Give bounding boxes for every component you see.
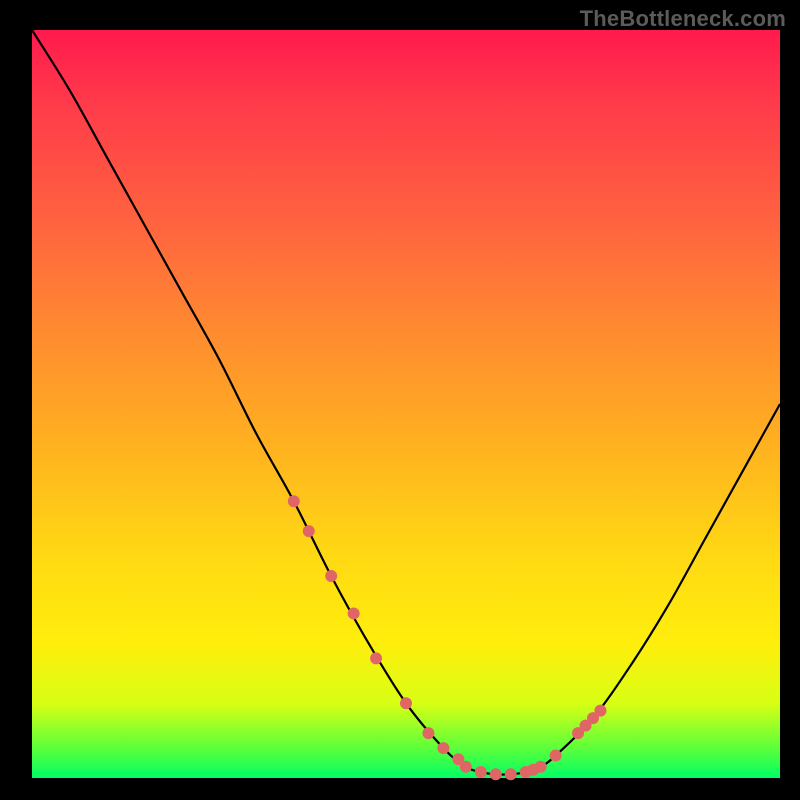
- watermark-text: TheBottleneck.com: [580, 6, 786, 32]
- curve-marker: [348, 607, 360, 619]
- curve-marker: [490, 768, 502, 780]
- curve-marker: [370, 652, 382, 664]
- curve-line: [32, 30, 780, 775]
- curve-marker: [594, 705, 606, 717]
- curve-marker: [475, 766, 487, 778]
- bottleneck-curve: [32, 30, 780, 778]
- curve-marker: [550, 750, 562, 762]
- curve-marker: [303, 525, 315, 537]
- chart-frame: TheBottleneck.com: [0, 0, 800, 800]
- curve-marker: [437, 742, 449, 754]
- curve-marker: [535, 761, 547, 773]
- curve-marker: [460, 761, 472, 773]
- curve-marker: [288, 495, 300, 507]
- plot-area: [32, 30, 780, 778]
- curve-marker: [422, 727, 434, 739]
- curve-marker: [400, 697, 412, 709]
- curve-marker: [325, 570, 337, 582]
- curve-marker: [505, 768, 517, 780]
- curve-markers: [288, 495, 607, 780]
